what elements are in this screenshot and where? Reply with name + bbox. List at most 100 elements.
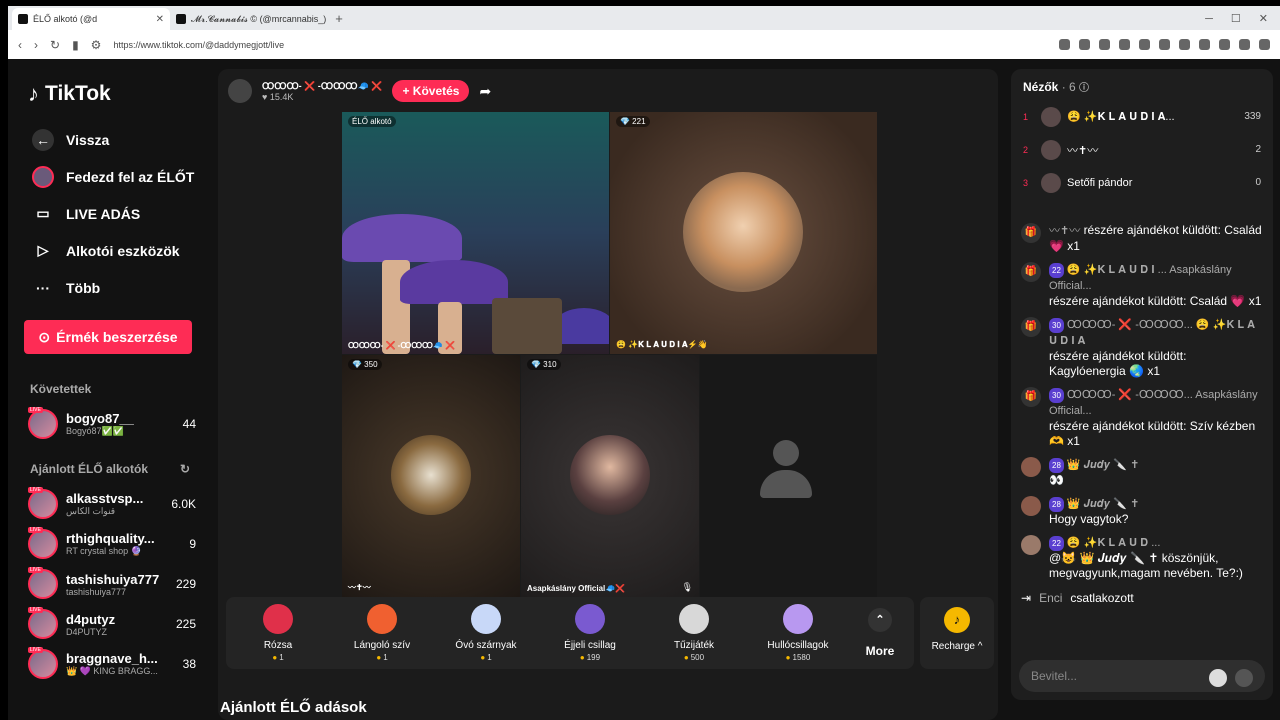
recommended-account[interactable]: LIVE braggnave_h... 👑 💜 KING BRAGG... 38 bbox=[28, 644, 196, 684]
minimize-icon[interactable]: ─ bbox=[1205, 8, 1213, 30]
extension-icon[interactable] bbox=[1239, 39, 1250, 50]
gift-item[interactable]: Éjjeli csillag 199 bbox=[538, 604, 642, 662]
video-cell-host[interactable]: ÉLŐ alkotó ꝎꝎꝎ- ❌ -ꝎꝎꝎ🧢 ❌ bbox=[342, 112, 609, 354]
share-icon[interactable]: ➦ bbox=[479, 83, 491, 100]
avatar: LIVE bbox=[28, 407, 58, 439]
gift-item[interactable]: Óvó szárnyak 1 bbox=[434, 604, 538, 662]
recommended-lives-heading: Ajánlott ÉLŐ adások bbox=[220, 699, 367, 716]
new-tab-button[interactable]: + bbox=[328, 8, 350, 30]
extension-icon[interactable] bbox=[1139, 39, 1150, 50]
avatar: LIVE bbox=[28, 607, 58, 639]
nav-more[interactable]: ··· Több bbox=[32, 269, 196, 306]
gift-icon: 🎁 bbox=[1021, 223, 1041, 243]
avatar: LIVE bbox=[28, 567, 58, 599]
viewer-row[interactable]: 2 〰✝〰 2 bbox=[1011, 133, 1273, 166]
chat-input[interactable]: Bevitel... bbox=[1019, 660, 1265, 692]
recommended-account[interactable]: LIVE tashishuiya777 tashishuiya777 229 bbox=[28, 564, 196, 604]
live-badge: LIVE bbox=[28, 487, 43, 493]
recommended-label: Ajánlott ÉLŐ alkotók bbox=[30, 462, 149, 476]
reload-icon[interactable]: ↻ bbox=[50, 38, 60, 52]
video-cell-empty[interactable] bbox=[700, 355, 877, 597]
extension-icon[interactable] bbox=[1099, 39, 1110, 50]
host-avatar[interactable] bbox=[228, 79, 252, 103]
help-icon[interactable]: ⓘ bbox=[1079, 83, 1089, 94]
chevron-up-icon: ⌃ bbox=[868, 608, 892, 632]
close-window-icon[interactable]: ✕ bbox=[1259, 8, 1268, 30]
avatar[interactable] bbox=[1021, 457, 1041, 477]
gift-price: 500 bbox=[642, 653, 746, 662]
browser-tab-active[interactable]: ÉLŐ alkotó (@d ✕ bbox=[12, 8, 170, 30]
forward-icon[interactable]: › bbox=[34, 38, 38, 52]
avatar[interactable] bbox=[1021, 535, 1041, 555]
url-field[interactable]: https://www.tiktok.com/@daddymegjott/liv… bbox=[113, 40, 1047, 50]
account-sub: 👑 💜 KING BRAGG... bbox=[66, 666, 158, 676]
bookmark-icon[interactable]: ▮ bbox=[72, 38, 79, 52]
tab-title: 𝓜𝓻.𝓒𝓪𝓷𝓷𝓪𝓫𝓲𝓼 © (@mrcannabis_) bbox=[191, 13, 327, 24]
menu-icon[interactable] bbox=[1259, 39, 1270, 50]
gift-item[interactable]: Rózsa 1 bbox=[226, 604, 330, 662]
nav-creator-tools[interactable]: ▷ Alkotói eszközök bbox=[32, 232, 196, 269]
nav-live[interactable]: ▭ LIVE ADÁS bbox=[32, 195, 196, 232]
send-icon[interactable] bbox=[1235, 669, 1253, 687]
gift-item[interactable]: Tűzijáték 500 bbox=[642, 604, 746, 662]
recharge-label: Recharge ^ bbox=[931, 641, 983, 652]
level-badge: 22 bbox=[1049, 263, 1064, 278]
rose-icon bbox=[263, 604, 293, 634]
extension-icon[interactable] bbox=[1179, 39, 1190, 50]
nav-back[interactable]: ← Vissza bbox=[32, 121, 196, 158]
viewer-rank: 2 bbox=[1023, 144, 1029, 155]
follow-button[interactable]: + Követés bbox=[392, 80, 470, 102]
account-name: tashishuiya777 bbox=[66, 571, 160, 587]
extension-icon[interactable] bbox=[1119, 39, 1130, 50]
gift-item[interactable]: Hullócsillagok 1580 bbox=[746, 604, 850, 662]
mushroom-decoration bbox=[400, 260, 508, 304]
extension-icon[interactable] bbox=[1079, 39, 1090, 50]
message-author: ꝎꝎꝎ- ❌ -ꝎꝎꝎ... 😩 ✨𝐊 𝐋 𝐀 𝐔 𝐃 𝐈 𝐀 bbox=[1049, 319, 1255, 347]
recommended-account[interactable]: LIVE alkasstvsp... قنوات الكاس 6.0K bbox=[28, 484, 196, 524]
sidebar: ♪ TikTok ← Vissza Fedezd fel az ÉLŐT ▭ L… bbox=[8, 59, 208, 720]
video-cell-guest[interactable]: 💎 310 Asapkáslány Official🧢❌ 🎙 bbox=[521, 355, 699, 597]
tiktok-coin-icon: ♪ bbox=[944, 607, 970, 633]
level-badge: 22 bbox=[1049, 536, 1064, 551]
extension-icon[interactable] bbox=[1199, 39, 1210, 50]
recharge-button[interactable]: ♪ Recharge ^ bbox=[920, 597, 994, 669]
browser-tab[interactable]: 𝓜𝓻.𝓒𝓪𝓷𝓷𝓪𝓫𝓲𝓼 © (@mrcannabis_) ✕ bbox=[170, 8, 328, 30]
avatar[interactable] bbox=[1021, 496, 1041, 516]
tiktok-logo[interactable]: ♪ TikTok bbox=[28, 79, 196, 109]
host-likes: ♥ 15.4K bbox=[262, 91, 294, 102]
video-cell-guest[interactable]: 💎 221 😩 ✨𝐊 𝐋 𝐀 𝐔 𝐃 𝐈 𝐀⚡👋 bbox=[610, 112, 877, 354]
host-name[interactable]: ꝎꝎꝎ- ❌ -ꝎꝎꝎ🧢 ❌ bbox=[262, 81, 382, 92]
close-tab-icon[interactable]: ✕ bbox=[156, 14, 164, 25]
recommended-account[interactable]: LIVE d4putyz D4PUTYZ 225 bbox=[28, 604, 196, 644]
cell-tag: ÉLŐ alkotó bbox=[348, 116, 396, 127]
extension-icon[interactable] bbox=[1219, 39, 1230, 50]
gift-name: Éjjeli csillag bbox=[564, 640, 616, 651]
viewers-count: · 6 bbox=[1061, 80, 1076, 94]
chat-input-placeholder: Bevitel... bbox=[1031, 669, 1078, 683]
mushroom-decoration bbox=[554, 308, 609, 344]
recommended-account[interactable]: LIVE rthighquality... RT crystal shop 🔮 9 bbox=[28, 524, 196, 564]
emoji-icon[interactable] bbox=[1209, 669, 1227, 687]
maximize-icon[interactable]: ☐ bbox=[1231, 8, 1241, 30]
extension-icon[interactable] bbox=[1159, 39, 1170, 50]
nav-explore-live[interactable]: Fedezd fel az ÉLŐT bbox=[32, 158, 196, 195]
back-icon[interactable]: ‹ bbox=[18, 38, 22, 52]
avatar-icon bbox=[32, 165, 54, 188]
more-icon: ··· bbox=[36, 279, 50, 296]
video-cell-guest[interactable]: 💎 350 〰✝〰 bbox=[342, 355, 520, 597]
viewer-count: 44 bbox=[182, 417, 196, 431]
get-coins-button[interactable]: ⊙ Érmék beszerzése bbox=[24, 320, 192, 354]
level-badge: 28 bbox=[1049, 497, 1064, 512]
refresh-icon[interactable]: ↻ bbox=[180, 462, 190, 476]
followed-label: Követettek bbox=[30, 382, 92, 396]
viewer-row[interactable]: 1 😩 ✨𝐊 𝐋 𝐀 𝐔 𝐃 𝐈 𝐀... 339 bbox=[1011, 100, 1273, 133]
message-author: 😩 ✨𝐊 𝐋 𝐀 𝐔 𝐃 𝐈 ... Asapkáslány Official.… bbox=[1049, 264, 1232, 292]
viewer-row[interactable]: 3 Setőfi pándor 0 bbox=[1011, 166, 1273, 199]
gift-item[interactable]: Lángoló szív 1 bbox=[330, 604, 434, 662]
followed-account[interactable]: LIVE bogyo87__ Bogyó87✅✅ 44 bbox=[28, 404, 196, 444]
more-gifts-button[interactable]: ⌃ More bbox=[850, 608, 910, 658]
message-author: 😩 ✨𝐊 𝐋 𝐀 𝐔 𝐃 ... bbox=[1066, 537, 1161, 549]
extension-icon[interactable] bbox=[1059, 39, 1070, 50]
site-info-icon[interactable]: ⚙ bbox=[91, 38, 102, 52]
cell-name: ꝎꝎꝎ- ❌ -ꝎꝎꝎ🧢 ❌ bbox=[348, 341, 456, 350]
